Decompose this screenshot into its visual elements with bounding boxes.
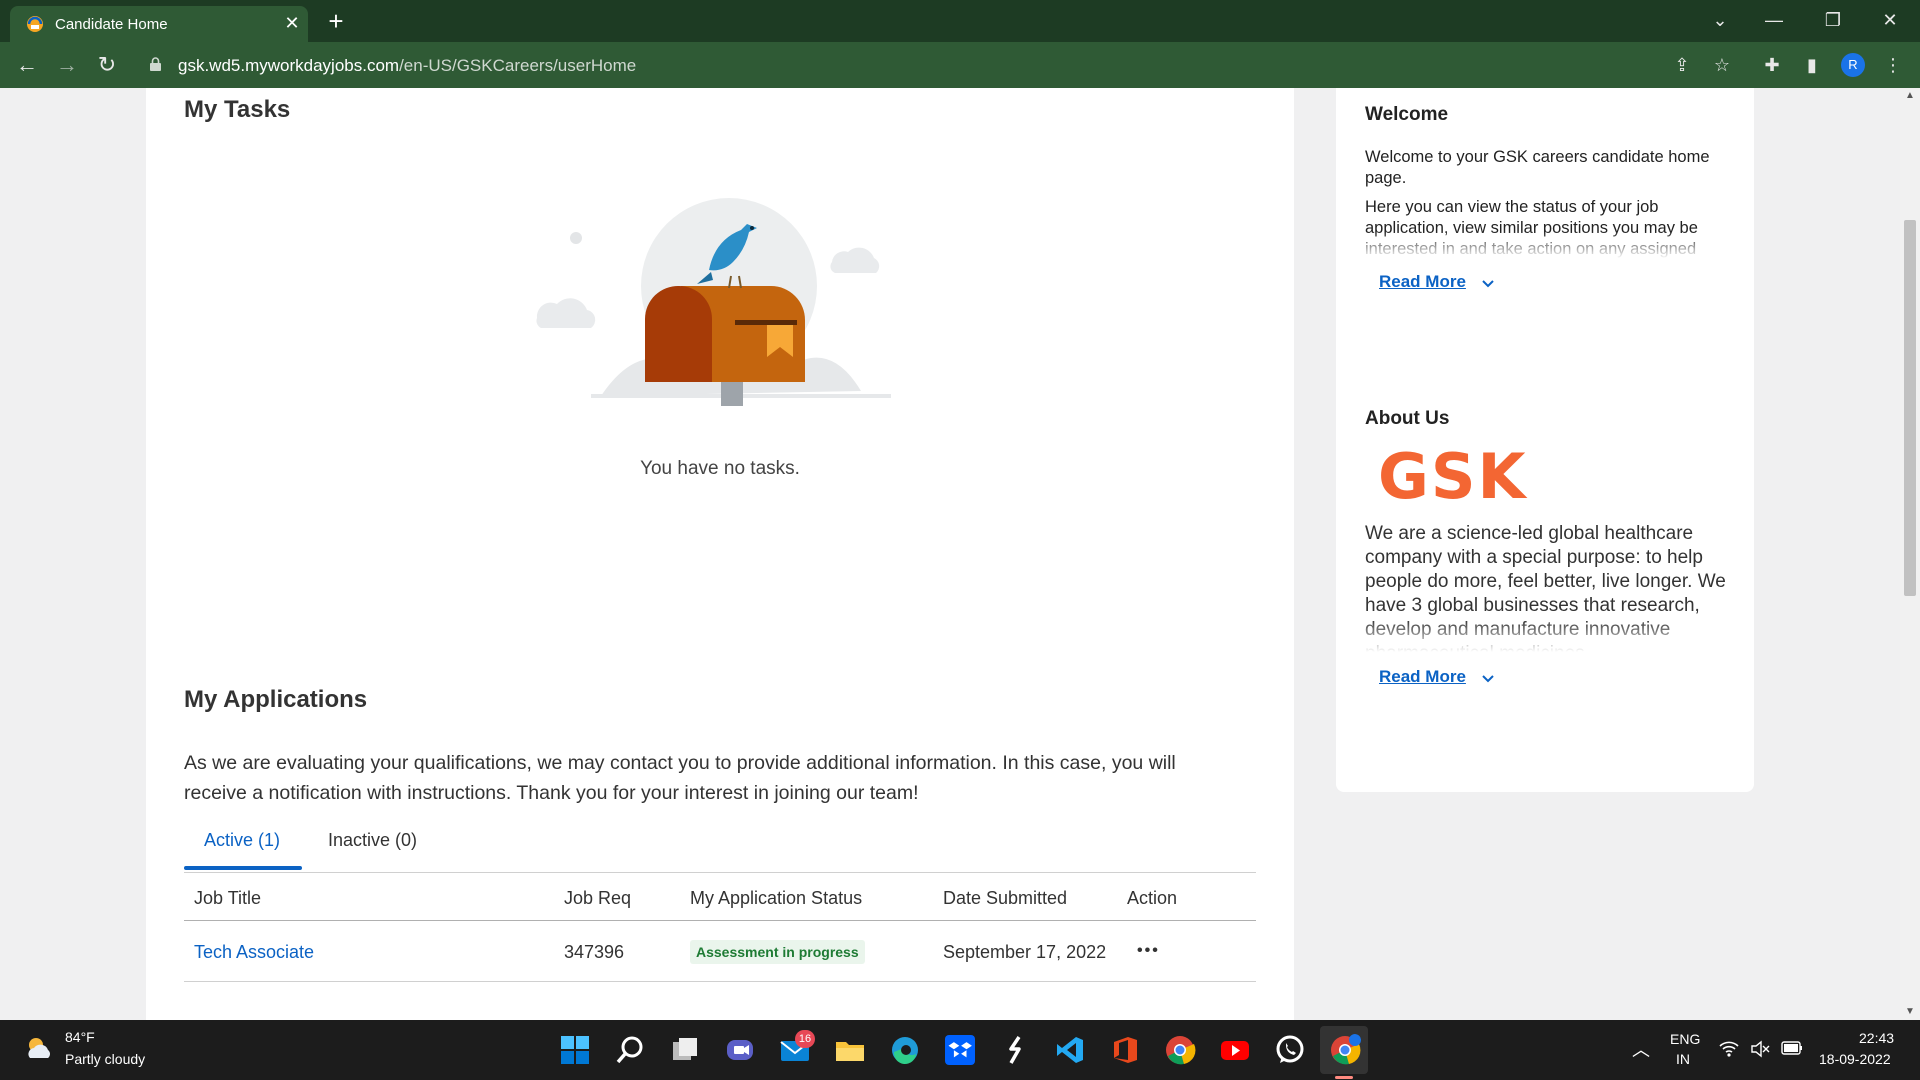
file-explorer-icon[interactable]	[834, 1034, 866, 1066]
row-actions-button[interactable]: •••	[1137, 942, 1160, 960]
job-req-value: 347396	[564, 942, 625, 962]
sidebar-card: Welcome Welcome to your GSK careers cand…	[1336, 88, 1754, 792]
tab-active[interactable]: Active (1)	[204, 830, 280, 851]
address-bar-row: ← → ↻ gsk.wd5.myworkdayjobs.com/en-US/GS…	[0, 42, 1920, 88]
job-title-link[interactable]: Tech Associate	[194, 942, 314, 963]
about-us-heading: About Us	[1365, 408, 1450, 429]
applications-description: As we are evaluating your qualifications…	[184, 752, 1176, 804]
volume-muted-icon[interactable]	[1750, 1040, 1770, 1058]
teams-chat-icon[interactable]	[724, 1034, 756, 1066]
browser-tab-strip: Candidate Home ✕ + ⌄ — ❐ ✕	[0, 0, 1920, 42]
gsk-logo: GSK	[1378, 440, 1528, 513]
scrollbar-thumb[interactable]	[1904, 220, 1916, 596]
show-hidden-icons-icon[interactable]: ︿	[1632, 1036, 1650, 1062]
workday-favicon-icon	[27, 16, 43, 32]
scroll-up-icon[interactable]: ▲	[1900, 88, 1920, 104]
forward-icon[interactable]: →	[52, 50, 82, 80]
clock-date[interactable]: 18-09-2022	[1819, 1051, 1891, 1067]
search-icon[interactable]	[614, 1034, 646, 1066]
weather-temp: 84°F	[65, 1029, 95, 1045]
welcome-body: Here you can view the status of your job…	[1365, 198, 1698, 258]
new-tab-icon[interactable]: +	[322, 8, 350, 36]
chrome-profile-icon[interactable]	[1329, 1034, 1361, 1066]
clock-time[interactable]: 22:43	[1859, 1030, 1894, 1046]
column-header-action: Action	[1127, 888, 1178, 908]
wifi-icon[interactable]	[1719, 1040, 1739, 1058]
task-view-icon[interactable]	[669, 1034, 701, 1066]
vscode-icon[interactable]	[1054, 1034, 1086, 1066]
back-icon[interactable]: ←	[12, 50, 42, 80]
table-header-divider	[184, 920, 1256, 921]
bookmark-star-icon[interactable]: ☆	[1708, 51, 1736, 79]
office-icon[interactable]	[1109, 1034, 1141, 1066]
minimize-icon[interactable]: —	[1754, 4, 1794, 36]
reload-icon[interactable]: ↻	[92, 50, 122, 80]
chevron-down-icon[interactable]	[1481, 672, 1495, 686]
whatsapp-icon[interactable]	[1274, 1034, 1306, 1066]
tab-title: Candidate Home	[55, 16, 168, 33]
applications-content: As we are evaluating your qualifications…	[146, 88, 1294, 1020]
lock-icon	[150, 57, 161, 71]
windows-start-icon[interactable]	[559, 1034, 591, 1066]
share-icon[interactable]: ⇪	[1668, 51, 1696, 79]
chevron-down-icon[interactable]	[1481, 277, 1495, 291]
language-bottom[interactable]: IN	[1676, 1051, 1690, 1067]
column-header-date-submitted: Date Submitted	[943, 888, 1068, 908]
youtube-icon[interactable]	[1219, 1034, 1251, 1066]
windows-taskbar: 84°F Partly cloudy 16 ︿ ENG IN 22:43 18-…	[0, 1020, 1920, 1080]
edge-browser-icon[interactable]	[889, 1034, 921, 1066]
date-submitted-value: September 17, 2022	[943, 942, 1107, 962]
active-app-indicator	[1335, 1076, 1353, 1079]
active-tab-indicator	[184, 866, 302, 870]
url-text[interactable]: gsk.wd5.myworkdayjobs.com/en-US/GSKCaree…	[178, 56, 636, 76]
tab-search-icon[interactable]: ⌄	[1700, 4, 1740, 36]
welcome-read-more-link[interactable]: Read More	[1379, 272, 1466, 292]
scroll-down-icon[interactable]: ▼	[1900, 1004, 1920, 1020]
language-top[interactable]: ENG	[1670, 1031, 1700, 1047]
mail-badge: 16	[795, 1030, 815, 1048]
weather-desc: Partly cloudy	[65, 1051, 146, 1067]
side-panel-icon[interactable]: ▮	[1798, 51, 1826, 79]
table-row-divider	[184, 981, 1256, 982]
page-scrollbar[interactable]: ▲ ▼	[1900, 88, 1920, 1020]
battery-icon[interactable]	[1781, 1041, 1803, 1055]
about-read-more-link[interactable]: Read More	[1379, 667, 1466, 687]
restore-icon[interactable]: ❐	[1813, 4, 1853, 36]
sublime-text-icon[interactable]	[999, 1034, 1031, 1066]
column-header-job-title: Job Title	[194, 888, 262, 908]
welcome-intro: Welcome to your GSK careers candidate ho…	[1365, 148, 1710, 187]
tabs-divider	[184, 872, 1256, 873]
tab-close-icon[interactable]: ✕	[280, 11, 304, 35]
browser-tab[interactable]: Candidate Home ✕	[10, 6, 308, 42]
menu-kebab-icon[interactable]: ⋮	[1879, 51, 1907, 79]
about-us-body: We are a science-led global healthcare c…	[1365, 523, 1726, 652]
extensions-puzzle-icon[interactable]: ✚	[1758, 51, 1786, 79]
welcome-heading: Welcome	[1365, 104, 1449, 125]
page-content: My Tasks You have no tasks. My Applicati…	[0, 88, 1920, 1020]
dropbox-icon[interactable]	[944, 1034, 976, 1066]
tab-inactive[interactable]: Inactive (0)	[328, 830, 417, 851]
profile-avatar[interactable]: R	[1841, 53, 1865, 77]
status-badge: Assessment in progress	[690, 940, 865, 964]
partly-cloudy-icon[interactable]	[24, 1034, 54, 1062]
omnibox[interactable]: gsk.wd5.myworkdayjobs.com/en-US/GSKCaree…	[140, 49, 1710, 81]
chrome-icon[interactable]	[1164, 1034, 1196, 1066]
close-window-icon[interactable]: ✕	[1870, 4, 1910, 36]
column-header-status: My Application Status	[690, 888, 863, 908]
column-header-job-req: Job Req	[564, 888, 632, 908]
